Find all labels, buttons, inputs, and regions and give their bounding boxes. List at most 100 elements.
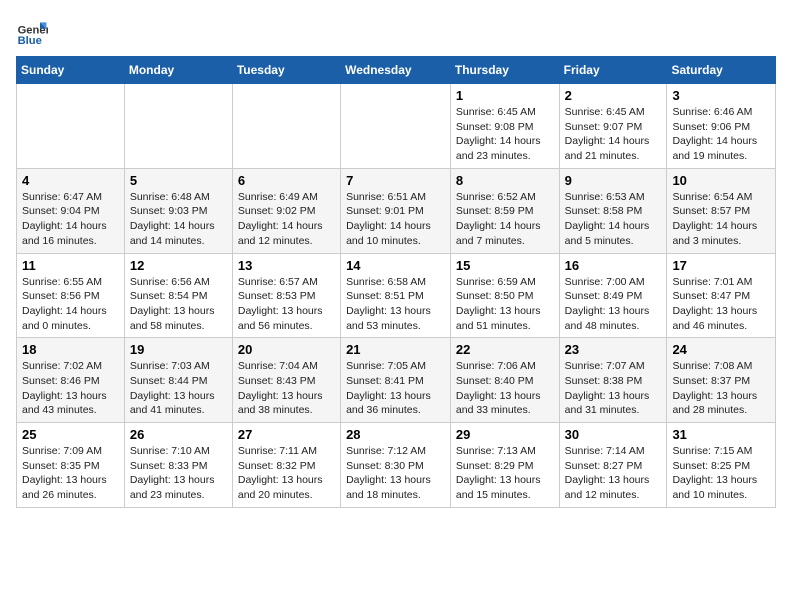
day-info: Sunrise: 6:59 AM Sunset: 8:50 PM Dayligh… [456,275,554,334]
day-cell: 19 Sunrise: 7:03 AM Sunset: 8:44 PM Dayli… [124,338,232,423]
day-cell: 6Sunrise: 6:49 AM Sunset: 9:02 PM Daylig… [232,168,340,253]
day-cell: 26 Sunrise: 7:10 AM Sunset: 8:33 PM Dayli… [124,423,232,508]
day-cell: 23Sunrise: 7:07 AM Sunset: 8:38 PM Dayli… [559,338,667,423]
logo: General Blue [16,16,52,48]
day-cell [17,84,125,169]
week-row-2: 4Sunrise: 6:47 AM Sunset: 9:04 PM Daylig… [17,168,776,253]
day-cell: 16 Sunrise: 7:00 AM Sunset: 8:49 PM Dayli… [559,253,667,338]
day-info: Sunrise: 7:14 AM Sunset: 8:27 PM Dayligh… [565,444,662,503]
day-number: 13 [238,258,335,273]
week-row-5: 25 Sunrise: 7:09 AM Sunset: 8:35 PM Dayli… [17,423,776,508]
day-number: 26 [130,427,227,442]
day-number: 5 [130,173,227,188]
day-number: 20 [238,342,335,357]
day-info: Sunrise: 6:54 AM Sunset: 8:57 PM Dayligh… [672,190,770,249]
day-cell: 24 Sunrise: 7:08 AM Sunset: 8:37 PM Dayli… [667,338,776,423]
day-number: 27 [238,427,335,442]
day-cell: 10 Sunrise: 6:54 AM Sunset: 8:57 PM Dayli… [667,168,776,253]
day-number: 1 [456,88,554,103]
day-info: Sunrise: 6:56 AM Sunset: 8:54 PM Dayligh… [130,275,227,334]
day-cell: 3 Sunrise: 6:46 AM Sunset: 9:06 PM Daylig… [667,84,776,169]
day-cell: 29Sunrise: 7:13 AM Sunset: 8:29 PM Dayli… [450,423,559,508]
day-info: Sunrise: 6:52 AM Sunset: 8:59 PM Dayligh… [456,190,554,249]
day-cell: 20 Sunrise: 7:04 AM Sunset: 8:43 PM Dayli… [232,338,340,423]
header-thursday: Thursday [450,57,559,84]
day-cell: 28 Sunrise: 7:12 AM Sunset: 8:30 PM Dayli… [341,423,451,508]
day-info: Sunrise: 7:01 AM Sunset: 8:47 PM Dayligh… [672,275,770,334]
day-info: Sunrise: 7:11 AM Sunset: 8:32 PM Dayligh… [238,444,335,503]
week-row-4: 18 Sunrise: 7:02 AM Sunset: 8:46 PM Dayli… [17,338,776,423]
day-number: 18 [22,342,119,357]
day-info: Sunrise: 7:12 AM Sunset: 8:30 PM Dayligh… [346,444,445,503]
day-cell: 18 Sunrise: 7:02 AM Sunset: 8:46 PM Dayli… [17,338,125,423]
day-number: 31 [672,427,770,442]
day-cell: 11 Sunrise: 6:55 AM Sunset: 8:56 PM Dayli… [17,253,125,338]
header-monday: Monday [124,57,232,84]
day-cell: 27 Sunrise: 7:11 AM Sunset: 8:32 PM Dayli… [232,423,340,508]
day-info: Sunrise: 6:49 AM Sunset: 9:02 PM Dayligh… [238,190,335,249]
header-row: SundayMondayTuesdayWednesdayThursdayFrid… [17,57,776,84]
day-number: 22 [456,342,554,357]
day-info: Sunrise: 6:53 AM Sunset: 8:58 PM Dayligh… [565,190,662,249]
header-sunday: Sunday [17,57,125,84]
day-number: 10 [672,173,770,188]
day-number: 11 [22,258,119,273]
day-number: 3 [672,88,770,103]
day-number: 17 [672,258,770,273]
day-number: 7 [346,173,445,188]
day-cell: 14Sunrise: 6:58 AM Sunset: 8:51 PM Dayli… [341,253,451,338]
day-info: Sunrise: 6:57 AM Sunset: 8:53 PM Dayligh… [238,275,335,334]
header-wednesday: Wednesday [341,57,451,84]
day-number: 14 [346,258,445,273]
day-cell: 17 Sunrise: 7:01 AM Sunset: 8:47 PM Dayli… [667,253,776,338]
day-cell: 15 Sunrise: 6:59 AM Sunset: 8:50 PM Dayli… [450,253,559,338]
day-cell: 31 Sunrise: 7:15 AM Sunset: 8:25 PM Dayli… [667,423,776,508]
day-cell: 1 Sunrise: 6:45 AM Sunset: 9:08 PM Daylig… [450,84,559,169]
day-number: 19 [130,342,227,357]
day-info: Sunrise: 6:45 AM Sunset: 9:08 PM Dayligh… [456,105,554,164]
page-header: General Blue [16,16,776,48]
day-info: Sunrise: 6:55 AM Sunset: 8:56 PM Dayligh… [22,275,119,334]
day-number: 16 [565,258,662,273]
day-cell [232,84,340,169]
day-number: 25 [22,427,119,442]
day-info: Sunrise: 6:46 AM Sunset: 9:06 PM Dayligh… [672,105,770,164]
day-cell: 5 Sunrise: 6:48 AM Sunset: 9:03 PM Daylig… [124,168,232,253]
logo-icon: General Blue [16,16,48,48]
day-info: Sunrise: 7:03 AM Sunset: 8:44 PM Dayligh… [130,359,227,418]
day-info: Sunrise: 6:48 AM Sunset: 9:03 PM Dayligh… [130,190,227,249]
day-number: 29 [456,427,554,442]
day-number: 9 [565,173,662,188]
header-friday: Friday [559,57,667,84]
day-cell: 2 Sunrise: 6:45 AM Sunset: 9:07 PM Daylig… [559,84,667,169]
day-number: 21 [346,342,445,357]
day-info: Sunrise: 7:15 AM Sunset: 8:25 PM Dayligh… [672,444,770,503]
day-cell: 8Sunrise: 6:52 AM Sunset: 8:59 PM Daylig… [450,168,559,253]
calendar-table: SundayMondayTuesdayWednesdayThursdayFrid… [16,56,776,508]
day-info: Sunrise: 7:04 AM Sunset: 8:43 PM Dayligh… [238,359,335,418]
day-cell: 21 Sunrise: 7:05 AM Sunset: 8:41 PM Dayli… [341,338,451,423]
day-cell: 22Sunrise: 7:06 AM Sunset: 8:40 PM Dayli… [450,338,559,423]
day-info: Sunrise: 7:08 AM Sunset: 8:37 PM Dayligh… [672,359,770,418]
day-info: Sunrise: 6:45 AM Sunset: 9:07 PM Dayligh… [565,105,662,164]
day-info: Sunrise: 7:05 AM Sunset: 8:41 PM Dayligh… [346,359,445,418]
day-cell: 13 Sunrise: 6:57 AM Sunset: 8:53 PM Dayli… [232,253,340,338]
day-number: 15 [456,258,554,273]
day-number: 28 [346,427,445,442]
day-number: 24 [672,342,770,357]
day-cell: 7 Sunrise: 6:51 AM Sunset: 9:01 PM Daylig… [341,168,451,253]
day-info: Sunrise: 7:07 AM Sunset: 8:38 PM Dayligh… [565,359,662,418]
day-cell: 9 Sunrise: 6:53 AM Sunset: 8:58 PM Daylig… [559,168,667,253]
header-saturday: Saturday [667,57,776,84]
day-info: Sunrise: 7:09 AM Sunset: 8:35 PM Dayligh… [22,444,119,503]
day-info: Sunrise: 7:10 AM Sunset: 8:33 PM Dayligh… [130,444,227,503]
day-number: 2 [565,88,662,103]
day-info: Sunrise: 7:02 AM Sunset: 8:46 PM Dayligh… [22,359,119,418]
day-number: 4 [22,173,119,188]
day-info: Sunrise: 7:00 AM Sunset: 8:49 PM Dayligh… [565,275,662,334]
week-row-3: 11 Sunrise: 6:55 AM Sunset: 8:56 PM Dayli… [17,253,776,338]
week-row-1: 1 Sunrise: 6:45 AM Sunset: 9:08 PM Daylig… [17,84,776,169]
day-cell [124,84,232,169]
day-cell: 12Sunrise: 6:56 AM Sunset: 8:54 PM Dayli… [124,253,232,338]
day-info: Sunrise: 6:51 AM Sunset: 9:01 PM Dayligh… [346,190,445,249]
